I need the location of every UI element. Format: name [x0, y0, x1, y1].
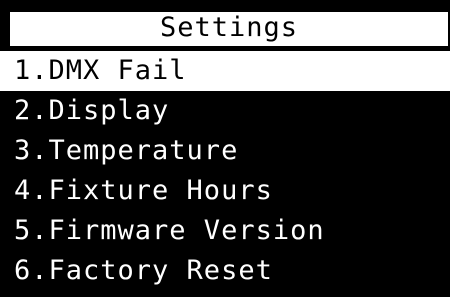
- menu-item-display[interactable]: 2.Display: [0, 91, 450, 131]
- settings-menu: 1.DMX Fail 2.Display 3.Temperature 4.Fix…: [0, 51, 450, 291]
- lcd-screen: Settings 1.DMX Fail 2.Display 3.Temperat…: [0, 0, 450, 297]
- menu-item-dmx-fail[interactable]: 1.DMX Fail: [0, 51, 450, 91]
- menu-item-fixture-hours[interactable]: 4.Fixture Hours: [0, 171, 450, 211]
- menu-item-firmware-version[interactable]: 5.Firmware Version: [0, 211, 450, 251]
- screen-title: Settings: [159, 12, 299, 43]
- menu-item-factory-reset[interactable]: 6.Factory Reset: [0, 251, 450, 291]
- screen-title-bar: Settings: [10, 12, 448, 46]
- menu-item-temperature[interactable]: 3.Temperature: [0, 131, 450, 171]
